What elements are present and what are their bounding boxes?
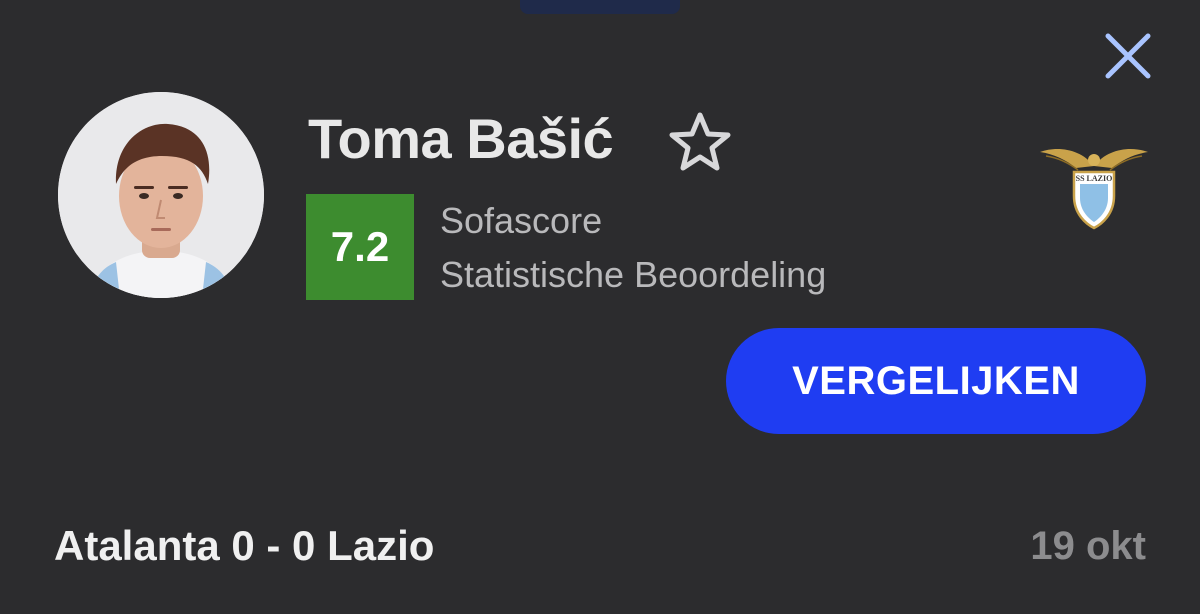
player-rating-sheet: Toma Bašić 7.2 Sofascore Statistische Be… (0, 0, 1200, 614)
favorite-button[interactable] (662, 106, 738, 178)
rating-type: Statistische Beoordeling (440, 254, 827, 295)
svg-text:SS LAZIO: SS LAZIO (1076, 174, 1113, 183)
rating-badge: 7.2 (306, 194, 414, 300)
close-icon (1105, 33, 1151, 79)
rating-value: 7.2 (330, 223, 390, 270)
star-outline-icon (669, 112, 731, 171)
lazio-crest-icon: SS LAZIO (1040, 148, 1148, 230)
player-photo (58, 92, 264, 298)
match-date: 19 okt (1030, 524, 1146, 568)
team-logo[interactable]: SS LAZIO (1036, 138, 1152, 232)
player-avatar (58, 92, 264, 298)
compare-button[interactable]: VERGELIJKEN (726, 328, 1146, 434)
close-button[interactable] (1098, 28, 1158, 84)
rating-source: Sofascore (440, 200, 603, 241)
drag-handle[interactable] (520, 0, 680, 14)
match-summary[interactable]: Atalanta 0 - 0 Lazio (54, 522, 434, 570)
player-name: Toma Bašić (308, 107, 614, 170)
